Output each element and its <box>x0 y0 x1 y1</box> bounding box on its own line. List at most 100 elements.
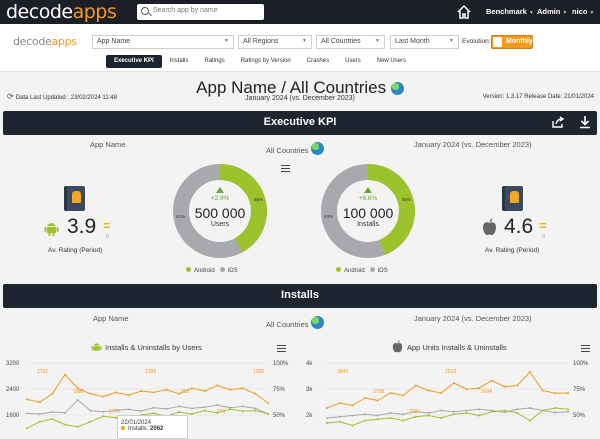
data-point[interactable] <box>102 415 105 418</box>
data-point[interactable] <box>440 409 443 412</box>
data-point[interactable] <box>452 413 455 416</box>
data-point[interactable] <box>326 417 328 419</box>
data-point[interactable] <box>338 415 341 418</box>
tab-installs[interactable]: Installs <box>162 55 197 68</box>
data-point[interactable] <box>376 414 379 417</box>
data-point[interactable] <box>51 392 54 395</box>
data-point[interactable] <box>254 409 257 412</box>
data-point[interactable] <box>241 387 244 390</box>
data-point[interactable] <box>51 418 54 420</box>
data-point[interactable] <box>26 427 28 430</box>
logo[interactable]: decodeapps <box>6 1 117 23</box>
data-point[interactable] <box>364 413 367 416</box>
search-input[interactable]: Search app by name <box>137 4 264 20</box>
data-point[interactable] <box>402 394 405 397</box>
data-point[interactable] <box>516 412 519 414</box>
data-point[interactable] <box>440 392 443 394</box>
data-point[interactable] <box>326 422 328 424</box>
data-point[interactable] <box>127 394 130 397</box>
tab-crashes[interactable]: Crashes <box>299 55 337 68</box>
users-donut[interactable]: +2.9% 500 000 Users 42% 58% <box>172 163 268 259</box>
data-point[interactable] <box>102 395 105 398</box>
country-select[interactable]: All Countries ▼ <box>316 35 385 49</box>
data-point[interactable] <box>76 398 79 401</box>
data-point[interactable] <box>478 387 481 389</box>
data-point[interactable] <box>541 389 544 392</box>
nav-user[interactable]: nico ▼ <box>572 7 594 16</box>
tab-executive-kpi[interactable]: Executive KPI <box>106 55 162 68</box>
data-point[interactable] <box>427 389 430 392</box>
data-point[interactable] <box>389 392 392 394</box>
hamburger-menu-icon[interactable] <box>281 165 290 172</box>
data-point[interactable] <box>351 424 354 427</box>
data-point[interactable] <box>503 409 506 412</box>
data-point[interactable] <box>402 413 405 416</box>
data-point[interactable] <box>228 388 231 391</box>
data-point[interactable] <box>203 390 206 392</box>
tab-ratings-by-version[interactable]: Ratings by Version <box>233 55 299 68</box>
data-point[interactable] <box>216 404 219 406</box>
data-point[interactable] <box>516 408 519 411</box>
hamburger-menu-icon[interactable] <box>277 345 286 352</box>
data-point[interactable] <box>190 387 193 390</box>
data-point[interactable] <box>76 425 79 428</box>
data-point[interactable] <box>326 407 328 409</box>
data-point[interactable] <box>267 401 269 404</box>
installs-donut[interactable]: +6.6% 100 000 Installs 44% 56% <box>320 163 416 259</box>
data-point[interactable] <box>26 412 28 415</box>
data-point[interactable] <box>376 418 379 421</box>
data-point[interactable] <box>64 411 67 414</box>
data-point[interactable] <box>89 420 92 423</box>
region-select[interactable]: All Regions ▼ <box>238 35 312 49</box>
data-point[interactable] <box>452 410 455 413</box>
data-point[interactable] <box>503 411 506 414</box>
data-point[interactable] <box>152 406 155 409</box>
data-point[interactable] <box>554 411 557 414</box>
data-point[interactable] <box>114 391 117 394</box>
data-point[interactable] <box>241 405 244 408</box>
data-point[interactable] <box>64 423 67 426</box>
data-point[interactable] <box>465 412 468 414</box>
data-point[interactable] <box>567 410 569 413</box>
data-point[interactable] <box>38 412 41 415</box>
data-point[interactable] <box>528 419 531 422</box>
data-point[interactable] <box>503 385 506 388</box>
data-point[interactable] <box>528 407 531 409</box>
data-point[interactable] <box>228 408 231 411</box>
hamburger-menu-icon[interactable] <box>581 345 590 352</box>
data-point[interactable] <box>241 410 244 413</box>
data-point[interactable] <box>38 401 41 404</box>
evolution-toggle[interactable]: Monthly <box>491 35 533 49</box>
data-point[interactable] <box>89 409 92 412</box>
data-point[interactable] <box>389 417 392 419</box>
data-point[interactable] <box>254 392 257 395</box>
data-point[interactable] <box>427 412 430 414</box>
data-point[interactable] <box>541 409 544 412</box>
data-point[interactable] <box>554 392 557 395</box>
data-point[interactable] <box>178 405 181 408</box>
data-point[interactable] <box>64 373 67 376</box>
data-point[interactable] <box>190 412 193 415</box>
data-point[interactable] <box>478 408 481 411</box>
tab-ratings[interactable]: Ratings <box>196 55 232 68</box>
data-point[interactable] <box>51 411 54 413</box>
data-point[interactable] <box>414 415 417 418</box>
data-point[interactable] <box>140 410 143 413</box>
data-point[interactable] <box>165 388 168 391</box>
data-point[interactable] <box>567 408 569 411</box>
data-point[interactable] <box>338 420 341 423</box>
data-point[interactable] <box>190 407 193 410</box>
app-select[interactable]: App Name ▼ <box>92 35 234 49</box>
period-select[interactable]: Last Month ▼ <box>390 35 459 49</box>
data-point[interactable] <box>364 419 367 422</box>
tab-users[interactable]: Users <box>337 55 369 68</box>
right-line-chart[interactable]: 4k 100% 3k 75% 2k 50% 3643 2788 2030 2018 1694 <box>300 355 600 438</box>
data-point[interactable] <box>178 411 181 413</box>
data-point[interactable] <box>165 407 168 410</box>
data-point[interactable] <box>140 390 143 392</box>
data-point[interactable] <box>414 384 417 387</box>
home-icon[interactable] <box>456 4 472 20</box>
data-point[interactable] <box>490 410 493 413</box>
download-icon[interactable] <box>578 115 592 129</box>
data-point[interactable] <box>478 414 481 417</box>
